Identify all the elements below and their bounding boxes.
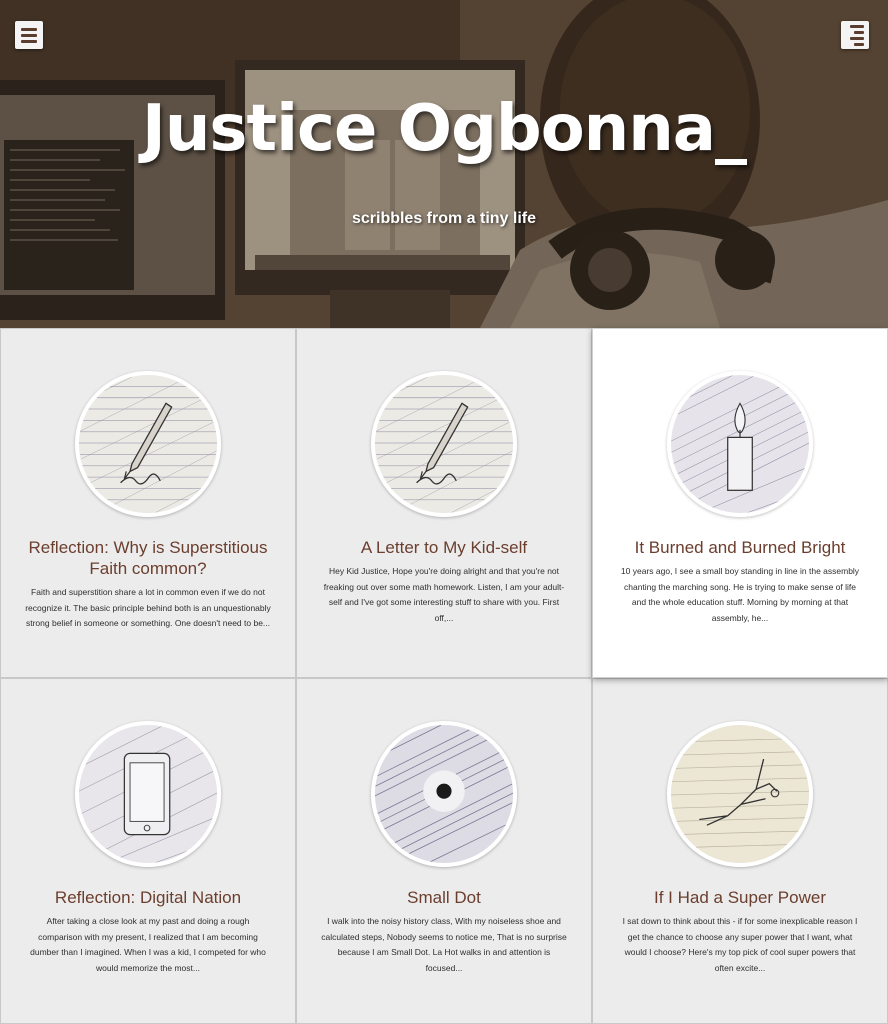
post-thumbnail[interactable] (75, 721, 221, 867)
hamburger-menu-icon[interactable] (15, 21, 43, 49)
post-card[interactable]: Reflection: Digital Nation After taking … (0, 678, 296, 1024)
candle-icon (671, 375, 809, 513)
post-card[interactable]: Small Dot I walk into the noisy history … (296, 678, 592, 1024)
post-excerpt: Hey Kid Justice, Hope you're doing alrig… (323, 566, 565, 623)
post-title[interactable]: Reflection: Why is Superstitious Faith c… (21, 537, 275, 579)
list-menu-icon[interactable] (841, 21, 869, 49)
post-thumbnail[interactable] (371, 721, 517, 867)
post-excerpt: After taking a close look at my past and… (30, 916, 266, 973)
post-thumbnail[interactable] (667, 371, 813, 517)
post-excerpt: I sat down to think about this - if for … (622, 916, 858, 973)
site-tagline: scribbles from a tiny life (351, 210, 537, 227)
post-title[interactable]: If I Had a Super Power (613, 887, 867, 908)
post-card[interactable]: If I Had a Super Power I sat down to thi… (592, 678, 888, 1024)
post-excerpt: I walk into the noisy history class, Wit… (321, 916, 567, 973)
post-thumbnail[interactable] (371, 371, 517, 517)
post-card[interactable]: A Letter to My Kid-self Hey Kid Justice,… (296, 328, 592, 678)
post-title[interactable]: It Burned and Burned Bright (613, 537, 867, 558)
post-grid: Reflection: Why is Superstitious Faith c… (0, 328, 888, 1024)
smartphone-icon (79, 725, 217, 863)
post-title[interactable]: A Letter to My Kid-self (317, 537, 571, 558)
post-title[interactable]: Reflection: Digital Nation (21, 887, 275, 908)
post-thumbnail[interactable] (75, 371, 221, 517)
post-title[interactable]: Small Dot (317, 887, 571, 908)
post-thumbnail[interactable] (667, 721, 813, 867)
flying-figure-icon (671, 725, 809, 863)
fountain-pen-icon (375, 375, 513, 513)
site-title[interactable]: Justice Ogbonna_ (0, 92, 888, 166)
post-card[interactable]: It Burned and Burned Bright 10 years ago… (592, 328, 888, 678)
post-excerpt: Faith and superstition share a lot in co… (25, 587, 271, 628)
fountain-pen-icon (79, 375, 217, 513)
hero-header: Justice Ogbonna_ scribbles from a tiny l… (0, 0, 888, 328)
post-card[interactable]: Reflection: Why is Superstitious Faith c… (0, 328, 296, 678)
dot-icon (375, 725, 513, 863)
post-excerpt: 10 years ago, I see a small boy standing… (620, 566, 860, 623)
